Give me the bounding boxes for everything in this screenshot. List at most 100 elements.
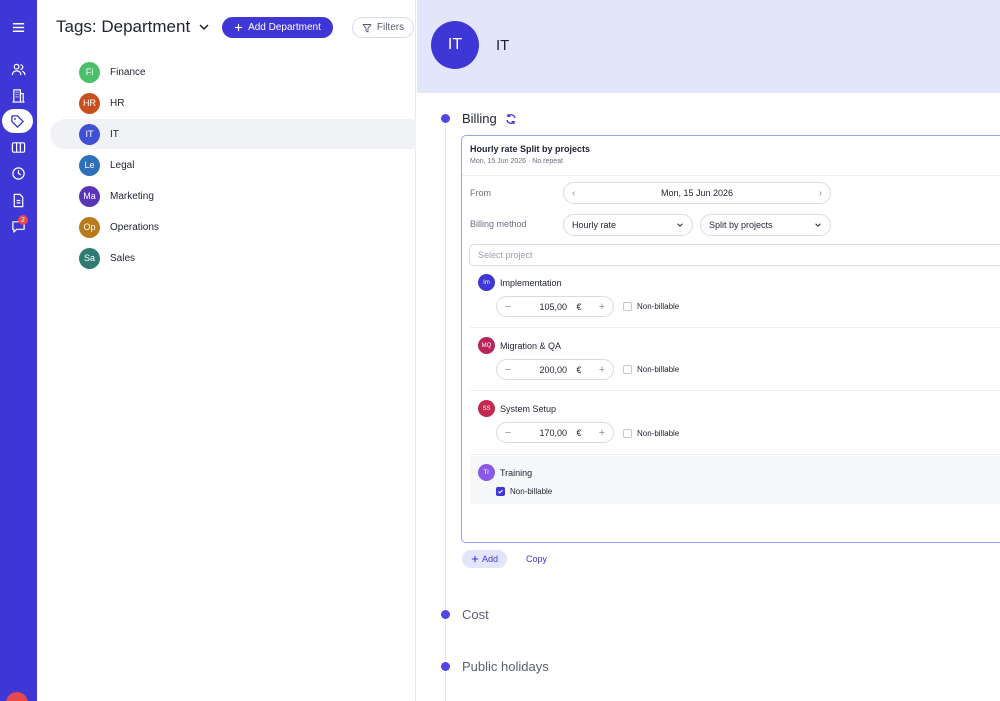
billing-card-header[interactable]: Hourly rate Split by projects Mon, 15 Ju… xyxy=(462,136,1000,176)
project-avatar: Tr xyxy=(478,464,495,481)
chevron-down-icon xyxy=(815,223,821,227)
tag-label: Marketing xyxy=(110,190,154,202)
refresh-icon[interactable] xyxy=(505,113,517,125)
chevron-down-icon xyxy=(199,24,209,31)
tag-avatar: HR xyxy=(79,92,100,114)
project-rate-row: SS System Setup − 170,00 € + Non-billabl… xyxy=(470,392,1000,455)
filters-label: Filters xyxy=(376,22,405,33)
billing-method-value: Hourly rate xyxy=(572,220,617,230)
from-date-value: Mon, 15 Jun 2026 xyxy=(660,188,734,198)
tag-label: HR xyxy=(110,97,125,109)
rate-value[interactable]: 200,00 xyxy=(519,365,567,375)
plus-icon xyxy=(471,555,479,563)
tag-label: Operations xyxy=(110,221,159,233)
detail-title: IT xyxy=(496,37,510,54)
minus-icon[interactable]: − xyxy=(497,364,519,376)
rate-value[interactable]: 105,00 xyxy=(519,302,567,312)
project-rate-row: Tr Training Non-billable xyxy=(470,456,1000,504)
tag-item-sales[interactable]: Sa Sales xyxy=(50,243,416,273)
checkbox[interactable] xyxy=(623,429,632,438)
project-avatar: SS xyxy=(478,400,495,417)
billing-section-title[interactable]: Billing xyxy=(462,111,497,126)
tag-item-legal[interactable]: Le Legal xyxy=(50,150,416,180)
tag-item-it[interactable]: IT IT xyxy=(50,119,416,149)
tag-label: Legal xyxy=(110,159,135,171)
add-department-button[interactable]: Add Department xyxy=(222,17,333,38)
plus-icon[interactable]: + xyxy=(591,427,613,439)
menu-icon[interactable] xyxy=(3,15,33,39)
currency-label: € xyxy=(576,364,582,375)
non-billable-toggle[interactable]: Non-billable xyxy=(623,365,679,374)
split-value: Split by projects xyxy=(709,220,773,230)
tag-item-marketing[interactable]: Ma Marketing xyxy=(50,181,416,211)
non-billable-toggle[interactable]: Non-billable xyxy=(623,302,679,311)
checkbox-checked[interactable] xyxy=(496,487,505,496)
non-billable-label: Non-billable xyxy=(510,487,553,496)
checkbox[interactable] xyxy=(623,302,632,311)
rate-stepper[interactable]: − 200,00 € + xyxy=(496,359,614,380)
detail-header: IT IT xyxy=(417,0,1000,93)
document-icon[interactable] xyxy=(3,188,33,212)
cost-section-title[interactable]: Cost xyxy=(462,607,489,622)
from-date-picker[interactable]: ‹ Mon, 15 Jun 2026 › xyxy=(563,182,831,204)
user-avatar[interactable] xyxy=(6,692,28,701)
rate-value[interactable]: 170,00 xyxy=(519,428,567,438)
filters-button[interactable]: Filters xyxy=(352,17,414,38)
non-billable-toggle[interactable]: Non-billable xyxy=(496,487,552,496)
rate-stepper[interactable]: − 170,00 € + xyxy=(496,422,614,443)
project-avatar: Im xyxy=(478,274,495,291)
non-billable-label: Non-billable xyxy=(637,429,680,438)
tag-avatar: Fi xyxy=(79,61,100,83)
app-rail: 2 xyxy=(0,0,37,701)
tag-item-hr[interactable]: HR HR xyxy=(50,88,416,118)
add-department-label: Add Department xyxy=(248,22,321,33)
timeline-dot xyxy=(441,662,450,671)
rate-stepper[interactable]: − 105,00 € + xyxy=(496,296,614,317)
chevron-left-icon[interactable]: ‹ xyxy=(572,188,575,199)
tag-label: IT xyxy=(110,128,119,140)
non-billable-label: Non-billable xyxy=(637,302,680,311)
split-select[interactable]: Split by projects xyxy=(700,214,831,236)
chevron-down-icon xyxy=(677,223,683,227)
plus-icon[interactable]: + xyxy=(591,364,613,376)
clock-icon[interactable] xyxy=(3,161,33,185)
select-project-input[interactable]: Select project xyxy=(469,244,1000,266)
list-title[interactable]: Tags: Department xyxy=(56,17,210,37)
billing-card-title: Hourly rate Split by projects xyxy=(470,144,591,154)
filter-icon xyxy=(362,23,372,32)
tag-icon[interactable] xyxy=(2,109,33,133)
chevron-right-icon[interactable]: › xyxy=(819,188,822,199)
non-billable-toggle[interactable]: Non-billable xyxy=(623,429,679,438)
add-button[interactable]: Add xyxy=(462,550,507,568)
billing-method-select[interactable]: Hourly rate xyxy=(563,214,693,236)
tag-avatar: Op xyxy=(79,216,100,238)
timeline-dot xyxy=(441,114,450,123)
tag-avatar: Ma xyxy=(79,185,100,207)
check-icon xyxy=(498,489,503,494)
currency-label: € xyxy=(576,427,582,438)
detail-avatar: IT xyxy=(431,21,479,69)
plus-icon xyxy=(234,23,243,32)
timeline-dot xyxy=(441,610,450,619)
tag-avatar: IT xyxy=(79,123,100,145)
add-label: Add xyxy=(481,554,498,564)
minus-icon[interactable]: − xyxy=(497,427,519,439)
project-avatar: MQ xyxy=(478,337,495,354)
billing-card: Hourly rate Split by projects Mon, 15 Ju… xyxy=(461,135,1000,543)
project-name: Implementation xyxy=(500,277,562,288)
copy-button[interactable]: Copy xyxy=(526,554,547,564)
project-name: Training xyxy=(500,467,533,478)
public-holidays-section-title[interactable]: Public holidays xyxy=(462,659,549,674)
checkbox[interactable] xyxy=(623,365,632,374)
plus-icon[interactable]: + xyxy=(591,301,613,313)
minus-icon[interactable]: − xyxy=(497,301,519,313)
project-name: Migration & QA xyxy=(500,340,562,351)
tag-item-operations[interactable]: Op Operations xyxy=(50,212,416,242)
tag-item-finance[interactable]: Fi Finance xyxy=(50,57,416,87)
list-title-text: Tags: Department xyxy=(56,17,191,36)
tag-label: Sales xyxy=(110,252,136,264)
building-icon[interactable] xyxy=(3,83,33,107)
project-rate-row: Im Implementation − 105,00 € + Non-billa… xyxy=(470,266,1000,328)
board-icon[interactable] xyxy=(3,135,33,159)
users-icon[interactable] xyxy=(3,57,33,81)
